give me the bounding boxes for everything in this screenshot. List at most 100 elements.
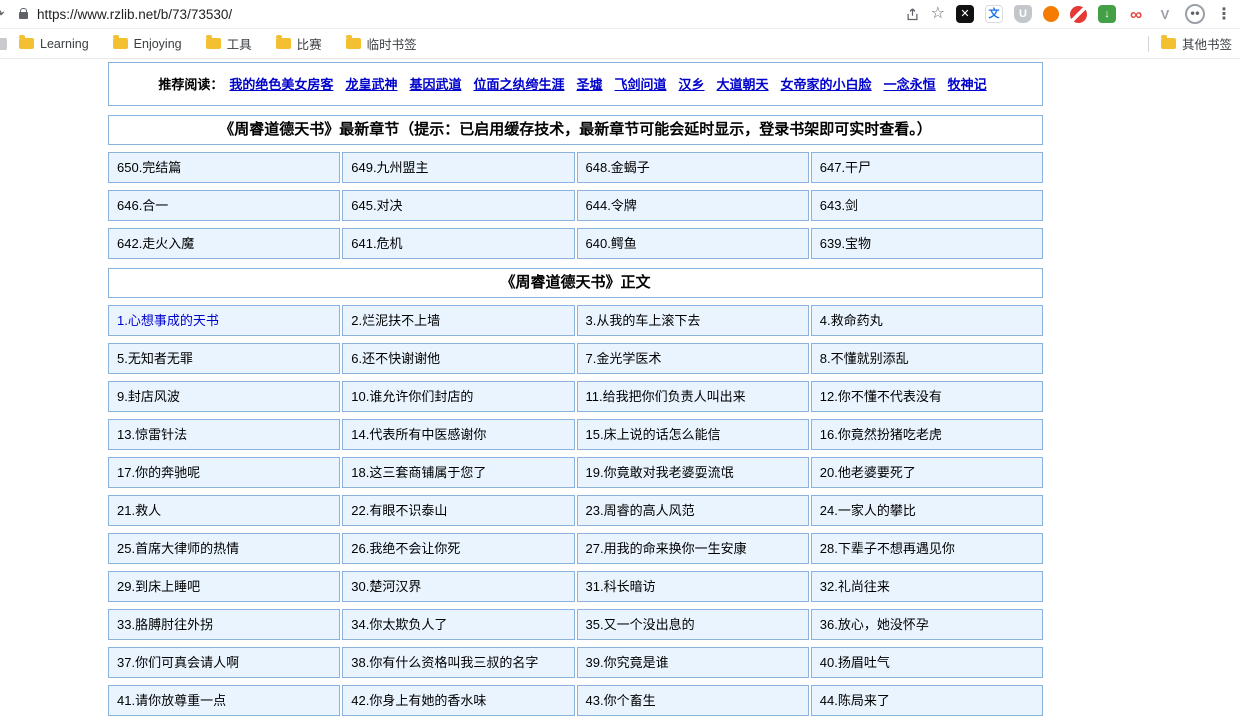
lock-icon[interactable]	[19, 8, 28, 19]
chapter-link[interactable]: 641.危机	[342, 228, 575, 259]
bookmark-folder-item[interactable]: 比赛	[275, 34, 322, 53]
chapter-link[interactable]: 646.合一	[108, 190, 341, 221]
recommend-link[interactable]: 位面之纨绔生涯	[473, 77, 564, 92]
reload-icon[interactable]: ⟳	[0, 5, 10, 23]
share-icon[interactable]	[905, 7, 920, 22]
chapter-link[interactable]: 33.胳膊肘往外拐	[108, 609, 341, 640]
chapter-link[interactable]: 642.走火入魔	[108, 228, 341, 259]
chapter-link[interactable]: 31.科长暗访	[576, 571, 809, 602]
adblock-extension-icon[interactable]	[1070, 5, 1087, 23]
chapter-link[interactable]: 40.扬眉吐气	[810, 647, 1043, 678]
partial-bookmark-icon[interactable]	[0, 37, 7, 50]
chapter-link[interactable]: 18.这三套商铺属于您了	[342, 457, 575, 488]
chapter-link[interactable]: 13.惊雷针法	[108, 419, 341, 450]
recommend-link[interactable]: 一念永恒	[884, 77, 936, 92]
recommend-link[interactable]: 我的绝色美女房客	[229, 77, 333, 92]
recommend-link[interactable]: 牧神记	[948, 77, 987, 92]
chapter-link[interactable]: 2.烂泥扶不上墙	[342, 305, 575, 336]
chapter-link[interactable]: 4.救命药丸	[810, 305, 1043, 336]
orange-extension-icon[interactable]	[1043, 6, 1059, 22]
chapter-link[interactable]: 36.放心，她没怀孕	[810, 609, 1043, 640]
bookmark-folder-item[interactable]: 临时书签	[345, 34, 417, 53]
bookmark-star-icon[interactable]: ☆	[931, 6, 945, 22]
chapter-link[interactable]: 30.楚河汉界	[342, 571, 575, 602]
chapter-link[interactable]: 650.完结篇	[108, 152, 341, 183]
chapter-link[interactable]: 14.代表所有中医感谢你	[342, 419, 575, 450]
chapter-link[interactable]: 25.首席大律师的热情	[108, 533, 341, 564]
chapter-link[interactable]: 11.给我把你们负责人叫出来	[576, 381, 809, 412]
recommend-link[interactable]: 龙皇武神	[345, 77, 397, 92]
profile-avatar[interactable]	[1185, 4, 1205, 24]
chapter-link[interactable]: 32.礼尚往来	[810, 571, 1043, 602]
folder-icon	[345, 35, 361, 49]
chapter-link[interactable]: 17.你的奔驰呢	[108, 457, 341, 488]
chapter-link[interactable]: 649.九州盟主	[342, 152, 575, 183]
translate-extension-icon[interactable]: 文	[985, 5, 1003, 23]
chapter-link[interactable]: 21.救人	[108, 495, 341, 526]
chapter-link[interactable]: 23.周睿的高人风范	[576, 495, 809, 526]
chapter-link[interactable]: 639.宝物	[810, 228, 1043, 259]
chapter-link[interactable]: 1.心想事成的天书	[108, 305, 341, 336]
chapter-link[interactable]: 648.金蝎子	[576, 152, 809, 183]
chapter-link[interactable]: 34.你太欺负人了	[342, 609, 575, 640]
chapter-link[interactable]: 43.你个畜生	[576, 685, 809, 716]
chapter-link[interactable]: 37.你们可真会请人啊	[108, 647, 341, 678]
chapter-link[interactable]: 22.有眼不识泰山	[342, 495, 575, 526]
folder-icon	[205, 35, 221, 49]
bookmark-folder-item[interactable]: Learning	[19, 35, 89, 51]
toolbar-actions: ☆ ✕ 文 U ↓ ∞ V ⋮	[905, 4, 1232, 24]
chapter-link[interactable]: 6.还不快谢谢他	[342, 343, 575, 374]
chapter-link[interactable]: 8.不懂就别添乱	[810, 343, 1043, 374]
recommend-link[interactable]: 汉乡	[679, 77, 705, 92]
bookmark-folder-item[interactable]: Enjoying	[112, 35, 182, 51]
chapter-link[interactable]: 640.鳄鱼	[576, 228, 809, 259]
extension-x-icon[interactable]: ✕	[956, 5, 974, 23]
chapter-link[interactable]: 26.我绝不会让你死	[342, 533, 575, 564]
chapter-link[interactable]: 647.干尸	[810, 152, 1043, 183]
chapter-link[interactable]: 20.他老婆要死了	[810, 457, 1043, 488]
chapter-link[interactable]: 15.床上说的话怎么能信	[576, 419, 809, 450]
recommend-link[interactable]: 女帝家的小白脸	[781, 77, 872, 92]
recommend-link[interactable]: 圣墟	[576, 77, 602, 92]
bookmark-label: Learning	[40, 36, 89, 51]
chapter-link[interactable]: 12.你不懂不代表没有	[810, 381, 1043, 412]
chapter-link[interactable]: 38.你有什么资格叫我三叔的名字	[342, 647, 575, 678]
latest-chapters-header: 《周睿道德天书》最新章节（提示：已启用缓存技术，最新章节可能会延时显示，登录书架…	[108, 115, 1043, 145]
chapter-link[interactable]: 19.你竟敢对我老婆耍流氓	[576, 457, 809, 488]
chapter-link[interactable]: 645.对决	[342, 190, 575, 221]
chapter-link[interactable]: 9.封店风波	[108, 381, 341, 412]
url-text[interactable]: https://www.rzlib.net/b/73/73530/	[37, 7, 232, 22]
recommend-link[interactable]: 基因武道	[409, 77, 461, 92]
chapter-link[interactable]: 643.剑	[810, 190, 1043, 221]
bookmarks-separator	[1147, 35, 1149, 52]
chapter-link[interactable]: 28.下辈子不想再遇见你	[810, 533, 1043, 564]
recommend-link[interactable]: 飞剑问道	[615, 77, 667, 92]
bookmark-folder-item[interactable]: 工具	[205, 34, 252, 53]
browser-menu-icon[interactable]: ⋮	[1216, 4, 1232, 24]
shield-extension-icon[interactable]: U	[1014, 5, 1032, 23]
chapter-link[interactable]: 7.金光学医术	[576, 343, 809, 374]
other-bookmarks-button[interactable]: 其他书签	[1160, 34, 1232, 53]
chapter-link[interactable]: 3.从我的车上滚下去	[576, 305, 809, 336]
recommend-link[interactable]: 大道朝天	[717, 77, 769, 92]
chapter-link[interactable]: 24.一家人的攀比	[810, 495, 1043, 526]
browser-toolbar: ⟳ https://www.rzlib.net/b/73/73530/ ☆ ✕ …	[0, 0, 1240, 29]
chapter-link[interactable]: 10.谁允许你们封店的	[342, 381, 575, 412]
novel-index-content: 推荐阅读： 我的绝色美女房客 龙皇武神 基因武道 位面之纨绔生涯 圣墟 飞剑问道 汉乡 大道朝天…	[108, 62, 1043, 719]
chapter-link[interactable]: 41.请你放尊重一点	[108, 685, 341, 716]
chapter-link[interactable]: 5.无知者无罪	[108, 343, 341, 374]
address-bar[interactable]: https://www.rzlib.net/b/73/73530/	[19, 7, 905, 22]
bookmarks-bar-right: 其他书签	[1147, 34, 1232, 53]
v-extension-icon[interactable]: V	[1156, 5, 1174, 23]
infinity-extension-icon[interactable]: ∞	[1127, 5, 1145, 23]
chapter-link[interactable]: 42.你身上有她的香水味	[342, 685, 575, 716]
folder-icon	[19, 35, 34, 49]
chapter-link[interactable]: 27.用我的命来换你一生安康	[576, 533, 809, 564]
chapter-link[interactable]: 16.你竟然扮猪吃老虎	[810, 419, 1043, 450]
chapter-link[interactable]: 44.陈局来了	[810, 685, 1043, 716]
chapter-link[interactable]: 39.你究竟是谁	[576, 647, 809, 678]
download-extension-icon[interactable]: ↓	[1098, 5, 1116, 23]
chapter-link[interactable]: 35.又一个没出息的	[576, 609, 809, 640]
chapter-link[interactable]: 29.到床上睡吧	[108, 571, 341, 602]
chapter-link[interactable]: 644.令牌	[576, 190, 809, 221]
